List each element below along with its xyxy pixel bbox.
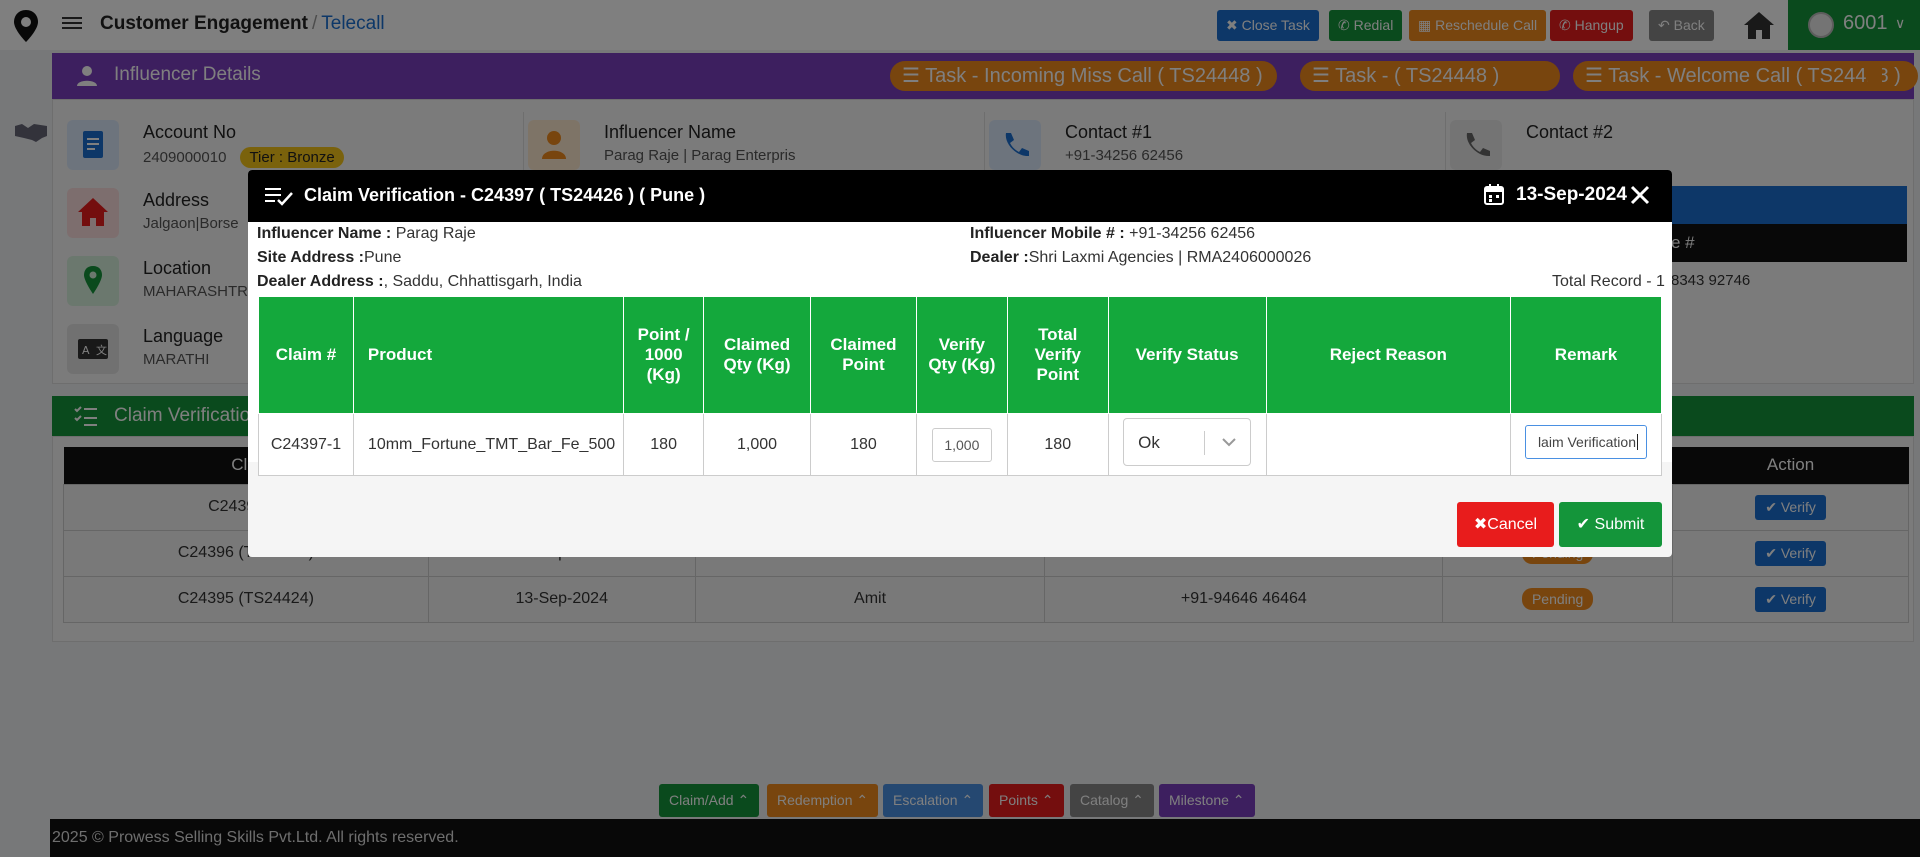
chevron-down-icon: [1222, 438, 1236, 447]
column-header: Claimed Point: [809, 296, 917, 414]
column-header: Reject Reason: [1265, 296, 1511, 414]
modal-title: Claim Verification - C24397 ( TS24426 ) …: [304, 185, 706, 205]
claimed-point-cell: 180: [809, 413, 917, 476]
column-header: Claimed Qty (Kg): [703, 296, 811, 414]
remark-input[interactable]: laim Verification: [1524, 425, 1647, 459]
column-header: Point / 1000 (Kg): [623, 296, 705, 414]
column-header: Claim #: [258, 296, 354, 414]
submit-button[interactable]: ✔ Submit: [1559, 502, 1662, 547]
column-header: Product: [352, 296, 625, 414]
cancel-button[interactable]: ✖Cancel: [1457, 502, 1554, 547]
table-row: C24397-1 10mm_Fortune_TMT_Bar_Fe_500 180…: [258, 413, 1663, 476]
checklist-icon: [265, 188, 293, 206]
modal-body: Influencer Name : Parag Raje Influencer …: [248, 222, 1672, 476]
column-header: Total Verify Point: [1006, 296, 1109, 414]
claim-items-table: Claim # Product Point / 1000 (Kg) Claime…: [258, 296, 1663, 476]
close-icon[interactable]: [1628, 183, 1652, 207]
column-header: Remark: [1509, 296, 1663, 414]
verify-qty-cell: 1,000: [915, 413, 1008, 476]
reject-reason-cell[interactable]: [1265, 413, 1511, 476]
influencer-mobile-row: Influencer Mobile # : +91-34256 62456: [970, 225, 1256, 242]
remark-cell: laim Verification: [1509, 413, 1663, 476]
column-header: Verify Qty (Kg): [915, 296, 1008, 414]
dealer-row: Dealer :Shri Laxmi Agencies | RMA2406000…: [970, 249, 1312, 266]
verify-status-cell: Ok: [1107, 413, 1267, 476]
check-icon: ✔: [1576, 516, 1595, 533]
total-verify-point-cell: 180: [1006, 413, 1109, 476]
influencer-name-row: Influencer Name : Parag Raje: [257, 225, 476, 242]
column-header: Verify Status: [1107, 296, 1267, 414]
claim-cell: C24397-1: [258, 413, 354, 476]
total-record: Total Record - 1: [1552, 273, 1665, 290]
modal-date: 13-Sep-2024: [1516, 184, 1627, 205]
close-icon: ✖: [1473, 516, 1488, 533]
product-cell: 10mm_Fortune_TMT_Bar_Fe_500: [352, 413, 625, 476]
claimed-qty-cell: 1,000: [703, 413, 811, 476]
site-address-row: Site Address :Pune: [257, 249, 402, 266]
verify-status-select[interactable]: Ok: [1123, 418, 1252, 466]
verify-qty-input[interactable]: 1,000: [931, 427, 992, 462]
calendar-icon: [1484, 184, 1504, 205]
point-per-1000-cell: 180: [623, 413, 705, 476]
modal-header: Claim Verification - C24397 ( TS24426 ) …: [248, 170, 1672, 222]
dealer-address-row: Dealer Address :, Saddu, Chhattisgarh, I…: [257, 273, 582, 290]
table-header-row: Claim # Product Point / 1000 (Kg) Claime…: [258, 296, 1663, 414]
claim-verification-modal: Claim Verification - C24397 ( TS24426 ) …: [248, 170, 1672, 557]
